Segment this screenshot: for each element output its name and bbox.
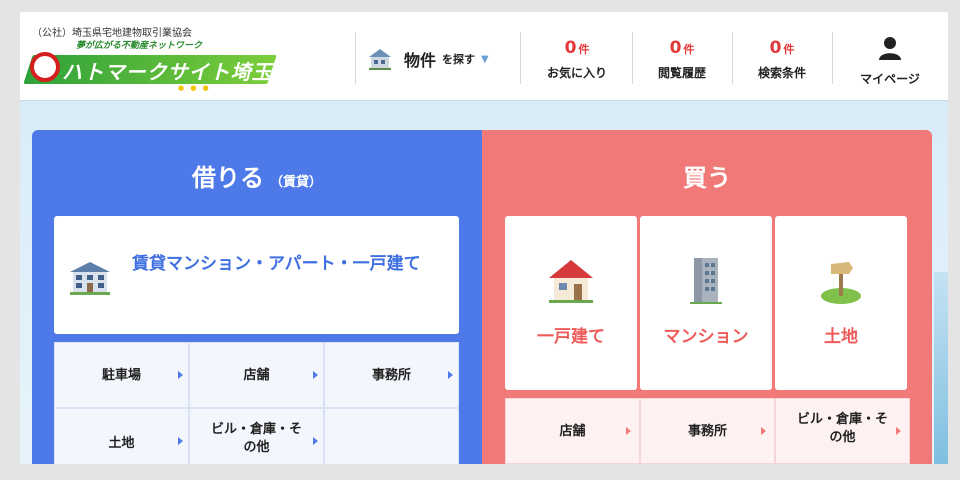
- chevron-right-icon: [178, 371, 183, 379]
- buy-land-label: 土地: [824, 327, 858, 347]
- rent-residential-card[interactable]: 賃貸マンション・アパート・一戸建て: [54, 216, 459, 334]
- history-label: 閲覧履歴: [657, 66, 706, 80]
- search-properties-menu[interactable]: 物件 を探す ▼: [366, 38, 516, 80]
- chevron-right-icon: [448, 371, 453, 379]
- logo-dots: ● ● ●: [178, 84, 211, 92]
- rent-empty-cell: [324, 408, 459, 464]
- rent-land-label: 土地: [108, 436, 135, 451]
- nav-divider: [832, 32, 833, 84]
- nav-divider: [355, 32, 356, 84]
- rent-parking-label: 駐車場: [101, 368, 141, 383]
- rent-title-main: 借りる: [191, 164, 264, 192]
- buy-office-label: 事務所: [687, 424, 727, 439]
- rent-office-button[interactable]: 事務所: [324, 342, 459, 408]
- saved-search-link[interactable]: 0件 検索条件: [732, 38, 832, 86]
- history-link[interactable]: 0件 閲覧履歴: [632, 38, 732, 86]
- buy-building-other-label: ビル・倉庫・その他: [796, 412, 888, 445]
- chevron-right-icon: [896, 427, 901, 435]
- chevron-right-icon: [626, 427, 631, 435]
- apartment-icon: [70, 262, 110, 295]
- person-icon: [879, 37, 901, 60]
- building-icon: [690, 258, 722, 304]
- background-decoration: [934, 272, 948, 464]
- chevron-right-icon: [178, 437, 183, 445]
- logo-org-name: （公社）埼玉県宅地建物取引業協会: [32, 28, 192, 39]
- rent-parking-button[interactable]: 駐車場: [54, 342, 189, 408]
- logo-tagline: 夢が広がる不動産ネットワーク: [76, 41, 203, 51]
- saved-search-count: 0件: [769, 38, 795, 58]
- favorites-count: 0件: [564, 38, 590, 58]
- favorites-label: お気に入り: [546, 66, 607, 80]
- buy-land-card[interactable]: 土地: [775, 216, 907, 390]
- buy-office-button[interactable]: 事務所: [640, 398, 775, 464]
- buy-store-label: 店舗: [559, 424, 586, 439]
- mypage-link[interactable]: マイページ: [842, 36, 938, 86]
- mypage-label: マイページ: [860, 72, 920, 86]
- house-icon: [369, 49, 391, 70]
- buy-title-main: 買う: [683, 164, 731, 192]
- logo-name: ハトマークサイト埼玉: [62, 60, 273, 84]
- chevron-down-icon: ▼: [481, 53, 489, 65]
- site-header: （公社）埼玉県宅地建物取引業協会 夢が広がる不動産ネットワーク ハトマークサイト…: [20, 12, 948, 101]
- buy-house-label: 一戸建て: [537, 327, 605, 347]
- buy-mansion-card[interactable]: マンション: [640, 216, 772, 390]
- rent-office-label: 事務所: [371, 368, 411, 383]
- page-frame: （公社）埼玉県宅地建物取引業協会 夢が広がる不動産ネットワーク ハトマークサイト…: [20, 12, 948, 464]
- buy-mansion-label: マンション: [663, 327, 749, 347]
- rent-building-other-label: ビル・倉庫・その他: [210, 422, 302, 455]
- chevron-right-icon: [761, 427, 766, 435]
- site-logo[interactable]: （公社）埼玉県宅地建物取引業協会 夢が広がる不動産ネットワーク ハトマークサイト…: [23, 24, 278, 94]
- rent-title: 借りる （賃貸）: [32, 158, 482, 193]
- rent-title-sub: （賃貸）: [269, 175, 322, 190]
- rent-store-label: 店舗: [243, 368, 270, 383]
- buy-house-card[interactable]: 一戸建て: [505, 216, 637, 390]
- buy-store-button[interactable]: 店舗: [505, 398, 640, 464]
- saved-search-label: 検索条件: [757, 66, 806, 80]
- rent-building-other-button[interactable]: ビル・倉庫・その他: [189, 408, 324, 464]
- rent-land-button[interactable]: 土地: [54, 408, 189, 464]
- rent-panel: 借りる （賃貸） 賃貸マンション・アパート・一戸建て 駐車場 店舗 事務所 土地…: [32, 130, 482, 464]
- buy-panel: 買う 一戸建て マンション 土地 店舗 事務所 ビル・倉庫・その他: [482, 130, 932, 464]
- buy-title: 買う: [482, 158, 932, 193]
- house-icon: [549, 260, 593, 303]
- nav-divider: [520, 32, 521, 84]
- logo-mark-icon: [30, 52, 60, 82]
- buy-building-other-button[interactable]: ビル・倉庫・その他: [775, 398, 910, 464]
- rent-residential-label: 賃貸マンション・アパート・一戸建て: [132, 254, 421, 274]
- search-label-main: 物件: [404, 51, 437, 70]
- rent-store-button[interactable]: 店舗: [189, 342, 324, 408]
- chevron-right-icon: [313, 371, 318, 379]
- favorites-link[interactable]: 0件 お気に入り: [527, 38, 627, 86]
- chevron-right-icon: [313, 437, 318, 445]
- history-count: 0件: [669, 38, 695, 58]
- land-sign-icon: [821, 262, 861, 304]
- search-label-sub: を探す: [442, 53, 476, 66]
